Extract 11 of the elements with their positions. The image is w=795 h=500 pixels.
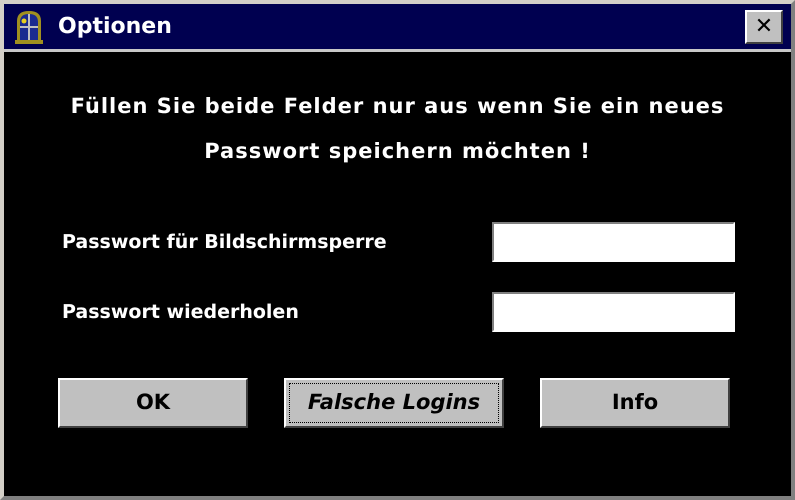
dialog-button[interactable]: Falsche Logins	[284, 378, 504, 428]
dialog-button[interactable]: OK	[58, 378, 248, 428]
field-label: Passwort für Bildschirmsperre	[62, 230, 388, 255]
window-icon	[14, 8, 44, 44]
dialog-button[interactable]: Info	[540, 378, 730, 428]
password-field[interactable]	[492, 222, 735, 262]
password-field[interactable]	[492, 292, 735, 332]
field-label: Passwort wiederholen	[62, 300, 300, 325]
window-title: Optionen	[58, 13, 172, 41]
instruction-text: Füllen Sie beide Felder nur aus wenn Sie ein neues Passwort speichern möchten !	[70, 93, 726, 165]
close-button[interactable]: ✕	[745, 10, 783, 44]
